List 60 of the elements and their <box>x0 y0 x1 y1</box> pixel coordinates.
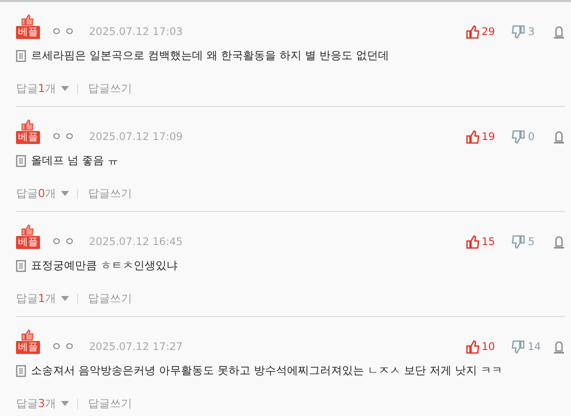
siren-icon <box>553 236 565 248</box>
write-reply-link[interactable]: 답글쓰기 <box>88 396 132 411</box>
thumbs-down-icon <box>511 340 526 354</box>
thumbs-up-icon <box>464 25 480 39</box>
write-reply-link[interactable]: 답글쓰기 <box>88 291 132 306</box>
replies-toggle[interactable]: 답글1개 <box>16 81 69 96</box>
document-icon <box>16 364 26 376</box>
document-icon <box>16 260 26 272</box>
dislike-button[interactable]: 0 <box>511 130 541 144</box>
best-badge: 베플 <box>16 341 40 354</box>
siren-icon <box>553 130 565 144</box>
like-button[interactable]: 29 <box>464 25 495 39</box>
siren-icon <box>553 26 565 38</box>
comment-date: 2025.07.12 16:45 <box>89 235 183 249</box>
dislike-button[interactable]: 5 <box>511 235 541 249</box>
report-button[interactable] <box>553 340 565 354</box>
write-reply-link[interactable]: 답글쓰기 <box>88 81 132 96</box>
author-name: ㅇㅇ <box>51 130 77 144</box>
document-icon <box>16 50 26 62</box>
best-badge: 베플 <box>16 236 40 249</box>
siren-icon <box>553 340 565 354</box>
like-button[interactable]: 19 <box>464 130 495 144</box>
best-badge: 베플 <box>16 131 40 144</box>
thumbs-down-icon <box>511 25 526 39</box>
author-name: ㅇㅇ <box>51 235 77 249</box>
comment-text: 르세라핌은 일본곡으로 컴백했는데 왜 한국활동을 하지 별 반응도 없던데 <box>31 48 389 63</box>
document-icon <box>16 154 26 166</box>
thumbs-up-icon <box>21 14 35 26</box>
comment-date: 2025.07.12 17:03 <box>89 25 183 39</box>
thumbs-up-icon <box>21 119 35 131</box>
best-badge: 베플 <box>16 26 40 39</box>
author-name: ㅇㅇ <box>51 25 77 39</box>
comment-text: 표정궁예만큼 ㅎㅌㅊ인생있냐 <box>31 258 178 273</box>
report-button[interactable] <box>553 25 565 39</box>
thumbs-down-icon <box>511 235 526 249</box>
like-button[interactable]: 15 <box>464 235 495 249</box>
author-name: ㅇㅇ <box>51 340 77 354</box>
report-button[interactable] <box>553 235 565 249</box>
replies-toggle[interactable]: 답글3개 <box>16 396 69 411</box>
replies-toggle[interactable]: 답글1개 <box>16 291 69 306</box>
like-button[interactable]: 10 <box>464 340 495 354</box>
write-reply-link[interactable]: 답글쓰기 <box>88 186 132 201</box>
caret-down-icon <box>61 296 69 301</box>
thumbs-up-icon <box>464 340 480 354</box>
thumbs-up-icon <box>464 235 480 249</box>
comment-text: 소송져서 음악방송은커녕 아무활동도 못하고 방수석에찌그러져있는 ㄴㅈㅅ 보단 저게 낫지 ㅋㅋ <box>31 363 502 378</box>
dislike-button[interactable]: 14 <box>511 340 541 354</box>
thumbs-up-icon <box>21 224 35 236</box>
comment-date: 2025.07.12 17:09 <box>89 130 183 144</box>
caret-down-icon <box>61 401 69 406</box>
report-button[interactable] <box>553 130 565 144</box>
comment-text: 올데프 넘 좋음 ㅠ <box>31 153 118 168</box>
thumbs-up-icon <box>21 329 35 341</box>
comment-date: 2025.07.12 17:27 <box>89 340 183 354</box>
dislike-button[interactable]: 3 <box>511 25 541 39</box>
caret-down-icon <box>61 86 69 91</box>
caret-down-icon <box>61 191 69 196</box>
replies-toggle[interactable]: 답글0개 <box>16 186 69 201</box>
thumbs-up-icon <box>464 130 480 144</box>
thumbs-down-icon <box>511 130 526 144</box>
